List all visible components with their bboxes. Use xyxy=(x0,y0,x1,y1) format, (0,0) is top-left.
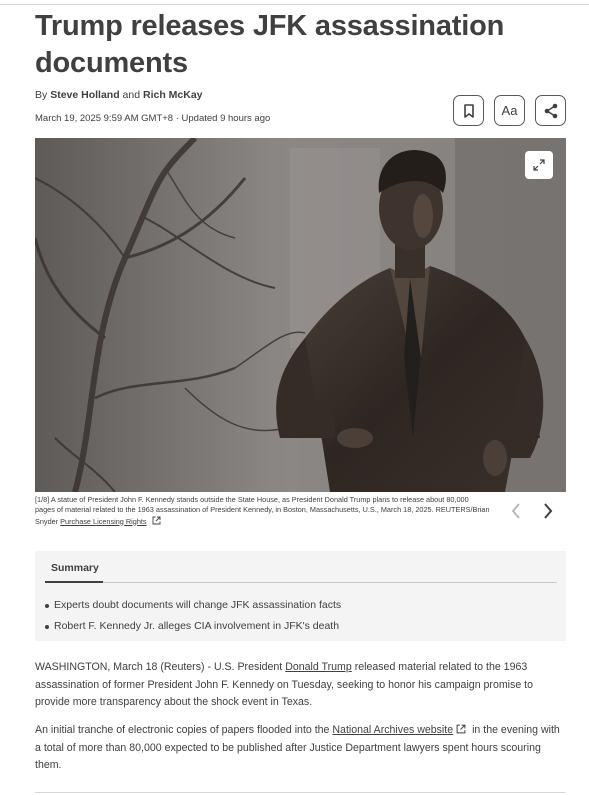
p1-text-before: WASHINGTON, March 18 (Reuters) - U.S. Pr… xyxy=(35,661,286,673)
summary-list: Experts doubt documents will change JFK … xyxy=(45,595,341,637)
external-link-icon xyxy=(152,516,161,525)
next-photo-button[interactable] xyxy=(538,500,558,522)
article-headline: Trump releases JFK assassination documen… xyxy=(35,10,505,79)
text-size-button[interactable]: Aa xyxy=(494,95,525,126)
summary-divider xyxy=(45,582,557,583)
chevron-left-icon xyxy=(511,503,520,519)
byline-prefix: By xyxy=(35,89,48,101)
author-link-1[interactable]: Steve Holland xyxy=(50,89,119,101)
purchase-licensing-link[interactable]: Purchase Licensing Rights xyxy=(60,517,146,526)
expand-photo-button[interactable] xyxy=(525,151,553,179)
summary-tab-indicator xyxy=(45,581,103,583)
donald-trump-link[interactable]: Donald Trump xyxy=(285,661,352,673)
summary-box: Summary Experts doubt documents will cha… xyxy=(35,551,566,641)
summary-item: Robert F. Kennedy Jr. alleges CIA involv… xyxy=(45,616,341,637)
kennedy-statue-photo xyxy=(35,138,566,492)
previous-photo-button[interactable] xyxy=(506,500,526,522)
article-paragraph-1: WASHINGTON, March 18 (Reuters) - U.S. Pr… xyxy=(35,659,565,712)
author-link-2[interactable]: Rich McKay xyxy=(143,89,203,101)
article-photo[interactable] xyxy=(35,138,566,492)
external-link-icon xyxy=(456,724,466,734)
bottom-divider xyxy=(35,792,566,793)
top-divider xyxy=(0,4,589,5)
publish-date: March 19, 2025 9:59 AM GMT+8 · Updated 9… xyxy=(35,113,271,124)
photo-caption: [1/8] A statue of President John F. Kenn… xyxy=(35,495,490,527)
summary-item: Experts doubt documents will change JFK … xyxy=(45,595,341,616)
p2-text-before: An initial tranche of electronic copies … xyxy=(35,724,333,736)
national-archives-link[interactable]: National Archives website xyxy=(332,724,453,736)
byline: By Steve Holland and Rich McKay xyxy=(35,89,203,101)
share-button[interactable] xyxy=(535,95,566,126)
summary-tab[interactable]: Summary xyxy=(51,562,99,574)
expand-icon xyxy=(533,159,545,171)
share-icon xyxy=(544,103,557,118)
article-paragraph-2: An initial tranche of electronic copies … xyxy=(35,722,565,775)
chevron-right-icon xyxy=(544,503,553,519)
bookmark-icon xyxy=(463,103,474,118)
byline-conjunction: and xyxy=(122,89,141,101)
bookmark-button[interactable] xyxy=(453,95,484,126)
